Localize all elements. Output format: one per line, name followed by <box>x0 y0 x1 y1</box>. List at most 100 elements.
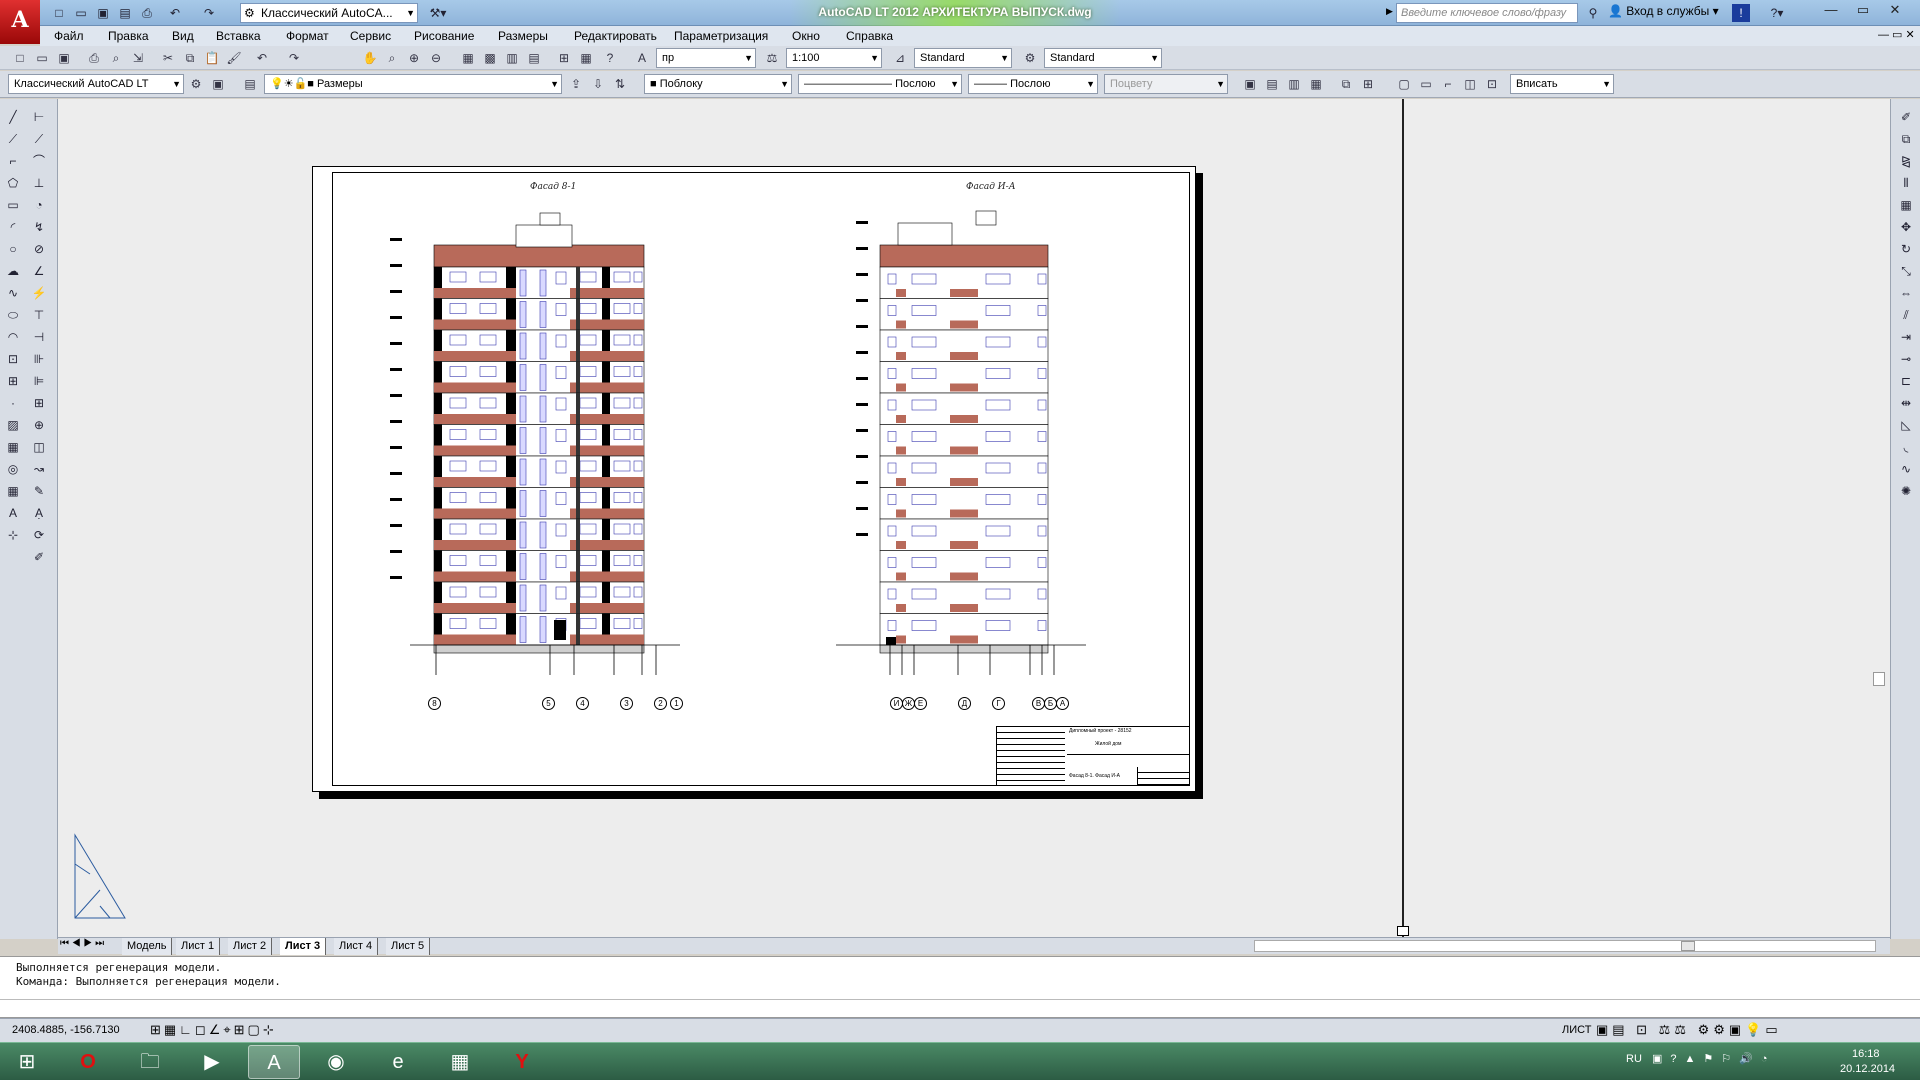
dim-style-dropdown[interactable]: Standard ▼ <box>914 48 1012 68</box>
workspace-settings-toolbar-icon[interactable]: ⚙ <box>186 74 206 94</box>
paste-icon[interactable]: 📋 <box>202 48 222 68</box>
table-style-dropdown[interactable]: Standard ▼ <box>1044 48 1162 68</box>
dim-update-icon[interactable]: ⟳ <box>28 525 50 546</box>
jogged-linear-icon[interactable]: ↝ <box>28 459 50 480</box>
opera-icon[interactable]: O <box>62 1045 114 1079</box>
point-icon[interactable]: · <box>2 393 24 414</box>
menu-tools[interactable]: Сервис <box>340 26 401 46</box>
plot-preview-icon[interactable]: ⌕ <box>106 48 126 68</box>
dim-style-toolbar-icon[interactable]: ✐ <box>28 547 50 568</box>
viewport-single-icon[interactable]: ▣ <box>1240 74 1260 94</box>
help-icon[interactable]: ?▾ <box>1764 4 1790 22</box>
customize-icon[interactable]: ▣ <box>208 74 228 94</box>
drafting-mode-toggles[interactable]: ⊞▦∟◻∠⌖⊞▢⊹ <box>150 1022 277 1038</box>
color-dropdown[interactable]: ■ Поблоку ▼ <box>644 74 792 94</box>
viewport-lock-icon[interactable]: ⧉ <box>1336 74 1356 94</box>
rotate-icon[interactable]: ↻ <box>1895 239 1917 260</box>
extend-icon[interactable]: ⇥ <box>1895 327 1917 348</box>
layer-manager-icon[interactable]: ▤ <box>240 74 260 94</box>
menu-edit[interactable]: Правка <box>98 26 159 46</box>
undo-toolbar-icon[interactable]: ↶ <box>252 48 272 68</box>
tab-layout4[interactable]: Лист 4 <box>334 938 379 955</box>
hatch-icon[interactable]: ▨ <box>2 415 24 436</box>
layer-previous-icon[interactable]: ⇩ <box>588 74 608 94</box>
dim-linear-icon[interactable]: ⊢ <box>28 107 50 128</box>
make-block-icon[interactable]: ⊞ <box>2 371 24 392</box>
erase-icon[interactable]: ✐ <box>1895 107 1917 128</box>
menu-view[interactable]: Вид <box>162 26 204 46</box>
new-icon[interactable]: □ <box>50 4 68 22</box>
dim-text-edit-icon[interactable]: Ạ <box>28 503 50 524</box>
insert-block-icon[interactable]: ⊡ <box>2 349 24 370</box>
tab-layout1[interactable]: Лист 1 <box>176 938 221 955</box>
annotation-scale-icon[interactable]: ⚖ <box>762 48 782 68</box>
save-as-icon[interactable]: ▤ <box>116 4 134 22</box>
line-icon[interactable]: ╱ <box>2 107 24 128</box>
array-icon[interactable]: ▦ <box>1895 195 1917 216</box>
copy-object-icon[interactable]: ⧉ <box>1895 129 1917 150</box>
system-tray-icons[interactable]: ▣?▲⚑⚐🔊◔ <box>1652 1052 1775 1065</box>
dim-edit-icon[interactable]: ✎ <box>28 481 50 502</box>
gradient-icon[interactable]: ▦ <box>2 437 24 458</box>
viewport-clip-icon[interactable]: ▦ <box>1306 74 1326 94</box>
dim-space-icon[interactable]: ⊪ <box>28 349 50 370</box>
vertical-scroll-thumb[interactable] <box>1873 672 1885 686</box>
menu-insert[interactable]: Вставка <box>206 26 271 46</box>
help-toolbar-icon[interactable]: ? <box>600 48 620 68</box>
dim-arc-icon[interactable]: ⌒ <box>28 151 50 172</box>
search-arrow-icon[interactable]: ▶ <box>1386 6 1393 17</box>
polygon-icon[interactable]: ⬠ <box>2 173 24 194</box>
horizontal-scroll-thumb[interactable] <box>1681 941 1695 951</box>
open-file-icon[interactable]: ▭ <box>32 48 52 68</box>
plot-icon[interactable]: ⎙ <box>84 48 104 68</box>
offset-icon[interactable]: ⫴ <box>1895 173 1917 194</box>
layer-dropdown[interactable]: 💡☀🔓■ Размеры ▼ <box>264 74 562 94</box>
explode-icon[interactable]: ✺ <box>1895 481 1917 502</box>
text-style-dropdown[interactable]: пр ▼ <box>656 48 756 68</box>
binoculars-icon[interactable]: ⚲ <box>1584 4 1602 22</box>
qnew-icon[interactable]: □ <box>10 48 30 68</box>
dim-angular-icon[interactable]: ∠ <box>28 261 50 282</box>
yandex-icon[interactable]: Y <box>496 1045 548 1079</box>
layer-match-icon[interactable]: ⇅ <box>610 74 630 94</box>
dim-radius-icon[interactable]: ◔ <box>28 195 50 216</box>
close-button[interactable]: ✕ <box>1880 0 1910 20</box>
make-current-layer-icon[interactable]: ⇪ <box>566 74 586 94</box>
rectangle-icon[interactable]: ▭ <box>2 195 24 216</box>
dim-break-icon[interactable]: ⊫ <box>28 371 50 392</box>
signin-button[interactable]: 👤 Вход в службы ▾ <box>1608 4 1719 18</box>
tab-model[interactable]: Модель <box>122 938 173 955</box>
viewport-scale-icon[interactable]: ⊞ <box>1358 74 1378 94</box>
stretch-icon[interactable]: ⇔ <box>1895 283 1917 304</box>
publish-icon[interactable]: ⇲ <box>128 48 148 68</box>
calculator-icon[interactable]: ▦ <box>576 48 596 68</box>
workspace-dropdown[interactable]: ⚙ Классический AutoCA... ▼ <box>240 3 418 23</box>
tab-layout2[interactable]: Лист 2 <box>228 938 273 955</box>
command-line[interactable]: Выполняется регенерация модели. Команда:… <box>0 956 1920 1018</box>
menu-window[interactable]: Окно <box>782 26 830 46</box>
minimize-button[interactable]: — <box>1816 0 1846 20</box>
spline-icon[interactable]: ∿ <box>2 283 24 304</box>
calculator-taskbar-icon[interactable]: ▦ <box>434 1045 486 1079</box>
chamfer-icon[interactable]: ◺ <box>1895 415 1917 436</box>
undo-icon[interactable]: ↶ <box>166 4 184 22</box>
tool-palettes-icon[interactable]: ▥ <box>502 48 522 68</box>
quick-dim-icon[interactable]: ⚡ <box>28 283 50 304</box>
menu-modify[interactable]: Редактировать <box>564 26 667 46</box>
maximize-button[interactable]: ▭ <box>1848 0 1878 20</box>
start-button[interactable]: ⊞ <box>2 1045 52 1079</box>
maximize-viewport-icon[interactable]: ⊡ <box>1482 74 1502 94</box>
layout-mode-label[interactable]: ЛИСТ <box>1562 1024 1591 1036</box>
break-icon[interactable]: ⊏ <box>1895 371 1917 392</box>
menu-file[interactable]: Файл <box>44 26 94 46</box>
construction-line-icon[interactable]: ⟋ <box>2 129 24 150</box>
zoom-previous-icon[interactable]: ⊖ <box>426 48 446 68</box>
scale-icon[interactable]: ⤡ <box>1895 261 1917 282</box>
save-file-icon[interactable]: ▣ <box>54 48 74 68</box>
center-mark-icon[interactable]: ⊕ <box>28 415 50 436</box>
exchange-icon[interactable]: ! <box>1732 4 1750 22</box>
pan-icon[interactable]: ✋ <box>360 48 380 68</box>
inspection-icon[interactable]: ◫ <box>28 437 50 458</box>
move-icon[interactable]: ✥ <box>1895 217 1917 238</box>
viewport-scale-dropdown[interactable]: Вписать ▼ <box>1510 74 1614 94</box>
